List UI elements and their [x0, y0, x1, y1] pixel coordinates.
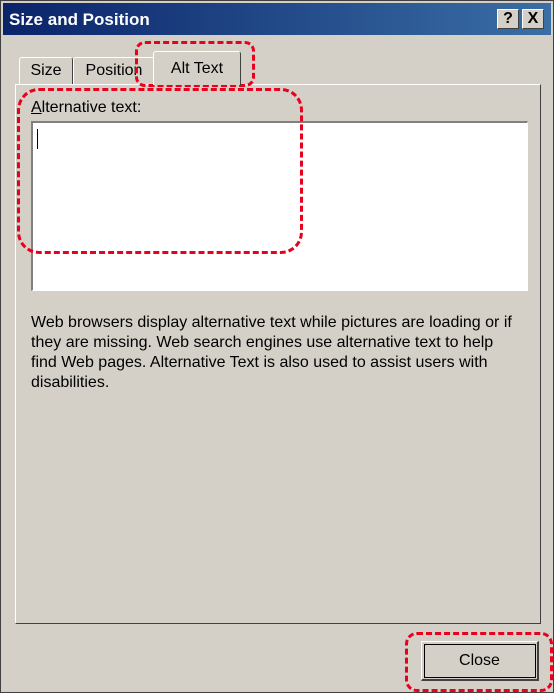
close-window-button[interactable]: X [522, 9, 544, 29]
tab-alt-text[interactable]: Alt Text [153, 51, 241, 85]
alternative-text-input[interactable] [31, 121, 528, 291]
label-text: lternative text: [41, 99, 142, 116]
text-caret [37, 129, 38, 149]
tab-size[interactable]: Size [19, 57, 73, 85]
help-button[interactable]: ? [497, 9, 519, 29]
tab-position[interactable]: Position [73, 57, 155, 85]
title-bar[interactable]: Size and Position ? X [3, 3, 551, 35]
alternative-text-label: Alternative text: [31, 99, 141, 117]
dialog-title: Size and Position [9, 10, 150, 29]
size-and-position-dialog: Size and Position ? X Size Position Alt … [0, 0, 554, 693]
label-mnemonic: A [31, 99, 42, 116]
alt-text-description: Web browsers display alternative text wh… [31, 314, 512, 391]
tab-strip: Size Position Alt Text [15, 45, 555, 85]
close-button[interactable]: Close [421, 641, 539, 681]
